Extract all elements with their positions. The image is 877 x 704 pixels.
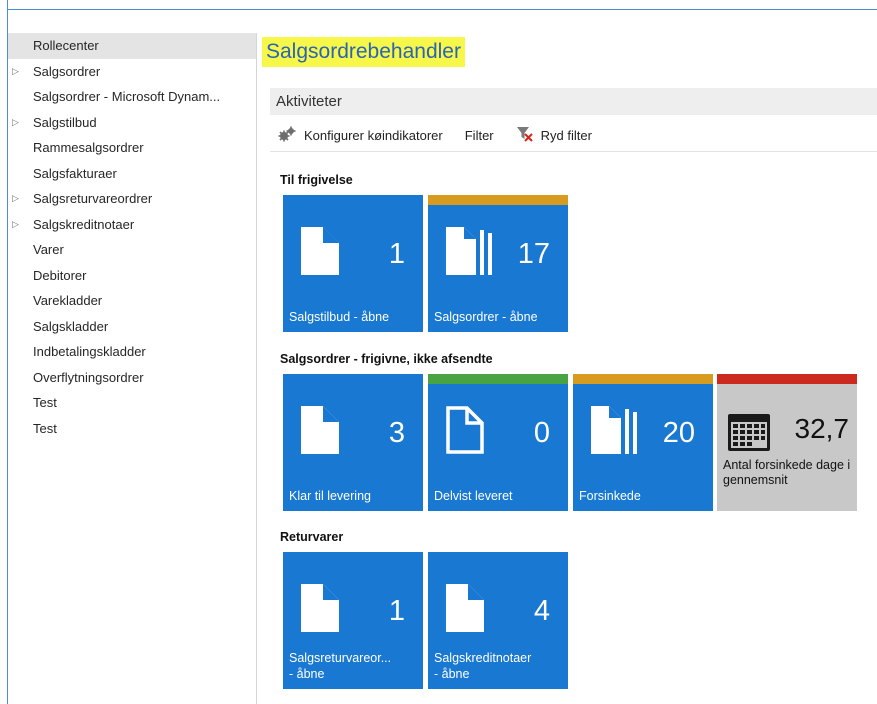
- cue-tile-partially-shipped[interactable]: 0 Delvist leveret: [428, 374, 568, 511]
- cue-count: 3: [388, 417, 405, 449]
- sidebar-item-debitorer[interactable]: Debitorer: [8, 263, 256, 289]
- sidebar-item-salgsfakturaer[interactable]: Salgsfakturaer: [8, 161, 256, 187]
- document-icon: [301, 227, 339, 280]
- cue-label-line: - åbne: [434, 667, 470, 681]
- cue-tile-sales-return-orders-open[interactable]: 1 Salgsreturvareor... - åbne: [283, 552, 423, 689]
- sidebar-item-label: Salgsfakturaer: [33, 165, 117, 181]
- documents-stack-icon: [591, 406, 639, 459]
- cue-label: Antal forsinkede dage i gennemsnit: [723, 458, 851, 487]
- sidebar-item-salgsordrer[interactable]: ▷ Salgsordrer: [8, 59, 256, 85]
- sidebar-item-varekladder[interactable]: Varekladder: [8, 288, 256, 314]
- clear-filter-icon: [516, 126, 534, 145]
- sidebar-item-label: Salgsreturvareordrer: [33, 191, 153, 206]
- cue-tile-sales-credit-memos-open[interactable]: 4 Salgskreditnotaer - åbne: [428, 552, 568, 689]
- document-icon: [301, 406, 339, 459]
- sidebar-item-label: Rollecenter: [33, 38, 99, 53]
- cue-label-line: Salgskreditnotaer: [434, 651, 532, 665]
- sidebar-item-label: Varer: [33, 242, 64, 257]
- cue-tile-delayed[interactable]: 20 Forsinkede: [573, 374, 713, 511]
- calendar-icon: [727, 412, 771, 457]
- sidebar-item-label: Test: [33, 420, 57, 436]
- navigation-pane: Rollecenter ▷ Salgsordrer Salgsordrer - …: [8, 33, 257, 704]
- clear-filter-button[interactable]: Ryd filter: [516, 126, 592, 145]
- sidebar-item-label: Rammesalgsordrer: [33, 140, 144, 155]
- window-left-border: [0, 0, 8, 704]
- cue-label: Salgskreditnotaer - åbne: [434, 650, 562, 682]
- expand-arrow-icon[interactable]: ▷: [12, 212, 19, 238]
- sidebar-item-label: Overflytningsordrer: [33, 369, 144, 385]
- sidebar-item-rollecenter[interactable]: Rollecenter: [8, 33, 256, 59]
- expand-arrow-icon[interactable]: ▷: [12, 59, 19, 85]
- cue-indicator-stripe: [573, 374, 713, 384]
- sidebar-item-label: Salgskreditnotaer: [33, 216, 135, 232]
- window-top-border: [0, 0, 877, 10]
- cue-label-line: Salgsreturvareor...: [289, 651, 392, 665]
- sidebar-item-label: Debitorer: [33, 267, 87, 283]
- cue-label: Forsinkede: [579, 489, 641, 503]
- cue-label: Salgsordrer - åbne: [434, 310, 538, 324]
- sidebar-item-salgsreturvareordrer[interactable]: ▷ Salgsreturvareordrer: [8, 186, 256, 212]
- cue-count: 1: [388, 238, 405, 270]
- cue-label-line: - åbne: [289, 667, 325, 681]
- cue-tile-ready-to-ship[interactable]: 3 Klar til levering: [283, 374, 423, 511]
- configure-cues-button[interactable]: Konfigurer køindikatorer: [277, 126, 443, 145]
- sidebar-item-label: Salgskladder: [33, 318, 109, 334]
- cue-label: Klar til levering: [289, 489, 371, 503]
- cue-tile-salgstilbud-open[interactable]: 1 Salgstilbud - åbne: [283, 195, 423, 332]
- role-center-content: Salgsordrebehandler Aktiviteter Konfigur…: [257, 33, 877, 704]
- divider: [270, 151, 877, 152]
- cue-indicator-stripe: [428, 195, 568, 205]
- group-title-released: Salgsordrer - frigivne, ikke afsendte: [280, 352, 493, 366]
- cue-label: Salgstilbud - åbne: [289, 310, 390, 324]
- expand-arrow-icon[interactable]: ▷: [12, 186, 19, 212]
- document-outline-icon: [446, 406, 484, 459]
- sidebar-item-salgskladder[interactable]: Salgskladder: [8, 314, 256, 340]
- sidebar-item-rammesalgsordrer[interactable]: Rammesalgsordrer: [8, 135, 256, 161]
- expand-arrow-icon[interactable]: ▷: [12, 110, 19, 136]
- clear-filter-label: Ryd filter: [540, 127, 592, 143]
- cue-count: 0: [533, 417, 550, 449]
- sidebar-item-label: Indbetalingskladder: [33, 344, 146, 359]
- cue-label: Salgsreturvareor... - åbne: [289, 650, 417, 682]
- sidebar-item-label: Varekladder: [33, 293, 103, 308]
- cue-count: 20: [662, 417, 695, 449]
- cue-count: 17: [517, 238, 550, 270]
- cue-count: 4: [533, 595, 550, 627]
- cue-count: 1: [388, 595, 405, 627]
- sidebar-item-label: Salgsordrer: [33, 63, 101, 79]
- sidebar-item-salgskreditnotaer[interactable]: ▷ Salgskreditnotaer: [8, 212, 256, 238]
- document-icon: [301, 584, 339, 637]
- sidebar-item-test[interactable]: Test: [8, 416, 256, 442]
- cue-count: 32,7: [794, 413, 850, 444]
- sidebar-item-test[interactable]: Test: [8, 390, 256, 416]
- cue-label: Delvist leveret: [434, 489, 513, 503]
- sidebar-item-overflytningsordrer[interactable]: Overflytningsordrer: [8, 365, 256, 391]
- page-title: Salgsordrebehandler: [262, 37, 465, 67]
- cue-indicator-stripe: [717, 374, 857, 384]
- cue-tile-salgsordrer-open[interactable]: 17 Salgsordrer - åbne: [428, 195, 568, 332]
- cue-indicator-stripe: [428, 374, 568, 384]
- configure-cues-label: Konfigurer køindikatorer: [304, 127, 443, 143]
- activities-action-bar: Konfigurer køindikatorer Filter Ryd filt…: [277, 123, 614, 147]
- filter-button[interactable]: Filter: [465, 128, 494, 143]
- filter-label: Filter: [464, 127, 494, 143]
- sidebar-item-indbetalingskladder[interactable]: Indbetalingskladder: [8, 339, 256, 365]
- sidebar-item-salgsordrer-dynamics[interactable]: Salgsordrer - Microsoft Dynam...: [8, 84, 256, 110]
- sidebar-item-label: Salgsordrer - Microsoft Dynam...: [33, 89, 221, 104]
- activities-header[interactable]: Aktiviteter: [270, 88, 877, 115]
- document-icon: [446, 584, 484, 637]
- sidebar-item-label: Test: [33, 395, 57, 410]
- sidebar-item-label: Salgstilbud: [33, 114, 97, 130]
- group-title-release: Til frigivelse: [280, 173, 353, 187]
- sidebar-item-varer[interactable]: Varer: [8, 237, 256, 263]
- configure-cues-icon: [277, 126, 297, 145]
- documents-stack-icon: [446, 227, 494, 280]
- group-title-returns: Returvarer: [280, 530, 344, 544]
- sidebar-item-salgstilbud[interactable]: ▷ Salgstilbud: [8, 110, 256, 136]
- cue-tile-average-days-delayed[interactable]: 32,7 Antal forsinkede dage i gennemsnit: [717, 374, 857, 511]
